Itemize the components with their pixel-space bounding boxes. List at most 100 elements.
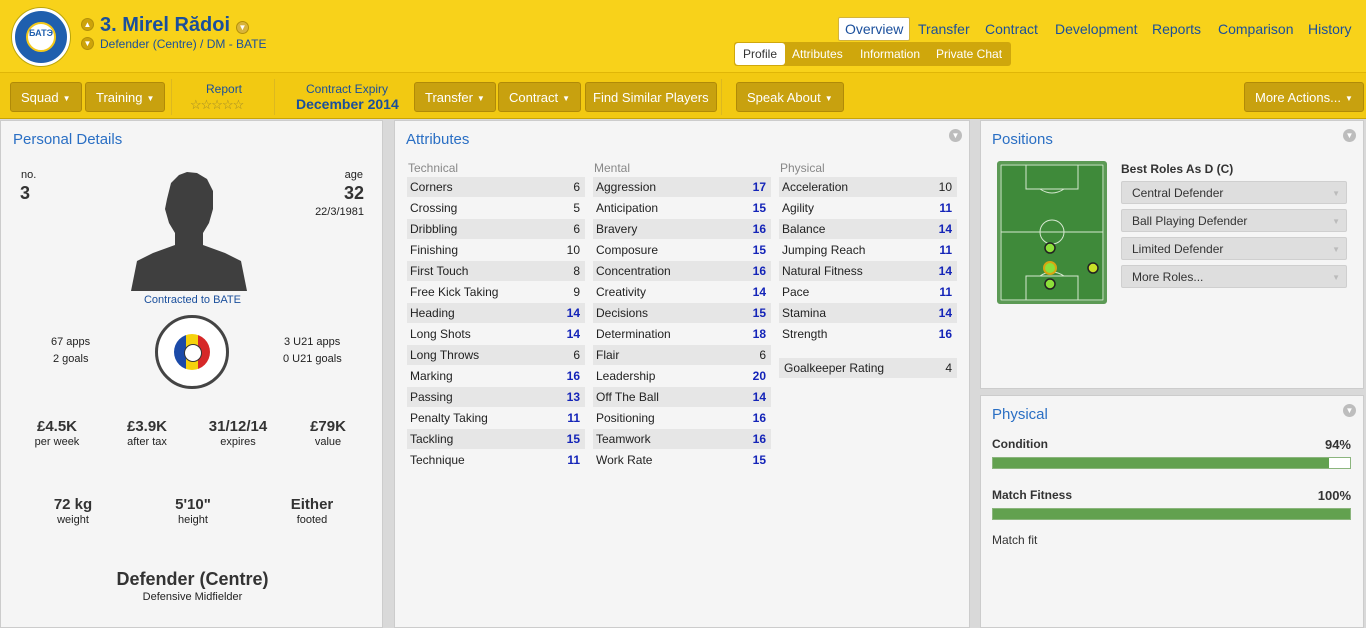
attribute-name: Concentration (596, 264, 671, 278)
subtab-attributes[interactable]: Attributes (792, 42, 843, 66)
attribute-row[interactable]: Finishing 10 (407, 240, 585, 260)
attribute-row[interactable]: Corners 6 (407, 177, 585, 197)
mental-header: Mental (594, 161, 631, 175)
collapse-icon[interactable]: ▼ (1343, 404, 1356, 417)
personal-details-panel: Personal Details no. 3 age 32 22/3/1981 … (0, 120, 383, 628)
attribute-value: 16 (938, 327, 952, 341)
attribute-name: Composure (596, 243, 659, 257)
attribute-row[interactable]: Positioning 16 (593, 408, 771, 428)
attribute-value: 6 (573, 180, 580, 194)
collapse-icon[interactable]: ▼ (1343, 129, 1356, 142)
role-limited-defender[interactable]: Limited Defender ▼ (1121, 237, 1347, 260)
match-fitness-bar-fill (993, 509, 1350, 519)
attribute-name: Stamina (782, 306, 827, 320)
attribute-row[interactable]: Jumping Reach 11 (779, 240, 957, 260)
attribute-row[interactable]: Flair 6 (593, 345, 771, 365)
contract-button[interactable]: Contract ▼ (498, 82, 582, 112)
attribute-name: Passing (410, 390, 453, 404)
attribute-value: 16 (752, 411, 766, 425)
attribute-value: 15 (752, 306, 766, 320)
attribute-row[interactable]: Passing 13 (407, 387, 585, 407)
attribute-row[interactable]: Penalty Taking 11 (407, 408, 585, 428)
tab-development[interactable]: Development (1055, 17, 1138, 41)
match-fitness-value: 100% (1317, 488, 1351, 503)
attribute-row[interactable]: Crossing 5 (407, 198, 585, 218)
attribute-row[interactable]: First Touch 8 (407, 261, 585, 281)
attribute-name: Finishing (410, 243, 459, 257)
tab-comparison[interactable]: Comparison (1218, 17, 1293, 41)
attribute-row[interactable]: Long Throws 6 (407, 345, 585, 365)
tab-history[interactable]: History (1308, 17, 1352, 41)
subtab-profile[interactable]: Profile (735, 43, 786, 65)
secondary-position: Defensive Midfielder (142, 591, 243, 603)
subtab-information[interactable]: Information (860, 42, 920, 66)
attribute-row[interactable]: Dribbling 6 (407, 219, 585, 239)
attribute-value: 15 (566, 432, 580, 446)
attribute-row[interactable]: Decisions 15 (593, 303, 771, 323)
attribute-row[interactable]: Work Rate 15 (593, 450, 771, 470)
attribute-row[interactable]: Teamwork 16 (593, 429, 771, 449)
attribute-row[interactable]: Off The Ball 14 (593, 387, 771, 407)
tab-contract[interactable]: Contract (985, 17, 1038, 41)
tab-reports[interactable]: Reports (1152, 17, 1201, 41)
club-logo[interactable]: БАТЭ (12, 8, 70, 66)
toolbar-divider (274, 79, 275, 115)
attribute-name: Penalty Taking (410, 411, 488, 425)
position-pitch-map[interactable] (997, 161, 1107, 304)
next-player-icon[interactable]: ▼ (81, 37, 94, 50)
attribute-name: Leadership (596, 369, 656, 383)
subtab-private-chat[interactable]: Private Chat (936, 42, 1002, 66)
player-position-club: Defender (Centre) / DM - BATE (100, 37, 267, 51)
contracted-to[interactable]: Contracted to BATE (1, 294, 384, 306)
attribute-row[interactable]: Bravery 16 (593, 219, 771, 239)
attribute-row[interactable]: Acceleration 10 (779, 177, 957, 197)
report-stars[interactable]: ☆☆☆☆☆ (190, 97, 244, 113)
collapse-icon[interactable]: ▼ (949, 129, 962, 142)
attribute-name: Corners (410, 180, 453, 194)
contract-expires-value: 31/12/14 (208, 418, 268, 435)
more-roles-dropdown[interactable]: More Roles... ▼ (1121, 265, 1347, 288)
attribute-value: 16 (566, 369, 580, 383)
attribute-row[interactable]: Determination 18 (593, 324, 771, 344)
squad-button[interactable]: Squad ▼ (10, 82, 82, 112)
attribute-row[interactable]: Pace 11 (779, 282, 957, 302)
attribute-row[interactable]: Anticipation 15 (593, 198, 771, 218)
attribute-value: 14 (566, 327, 580, 341)
attribute-row[interactable]: Stamina 14 (779, 303, 957, 323)
previous-player-icon[interactable]: ▲ (81, 18, 94, 31)
attribute-row[interactable]: Concentration 16 (593, 261, 771, 281)
national-federation-crest-icon[interactable] (155, 315, 229, 389)
training-button[interactable]: Training ▼ (85, 82, 166, 112)
attribute-row[interactable]: Creativity 14 (593, 282, 771, 302)
attribute-row[interactable]: Technique 11 (407, 450, 585, 470)
tab-overview[interactable]: Overview (838, 17, 911, 41)
attribute-row[interactable]: Agility 11 (779, 198, 957, 218)
attribute-row[interactable]: Natural Fitness 14 (779, 261, 957, 281)
transfer-button[interactable]: Transfer ▼ (414, 82, 496, 112)
attribute-row[interactable]: Aggression 17 (593, 177, 771, 197)
attribute-row[interactable]: Composure 15 (593, 240, 771, 260)
attribute-row[interactable]: Free Kick Taking 9 (407, 282, 585, 302)
tab-transfer[interactable]: Transfer (918, 17, 970, 41)
attribute-row[interactable]: Leadership 20 (593, 366, 771, 386)
attribute-row[interactable]: Tackling 15 (407, 429, 585, 449)
attribute-name: Tackling (410, 432, 454, 446)
role-ball-playing-defender[interactable]: Ball Playing Defender ▼ (1121, 209, 1347, 232)
chevron-down-icon: ▼ (824, 94, 833, 103)
after-tax-value: £3.9K (126, 418, 168, 435)
attribute-row[interactable]: Balance 14 (779, 219, 957, 239)
physical-header: Physical (780, 161, 825, 175)
find-similar-players-button[interactable]: Find Similar Players (585, 82, 717, 112)
attribute-name: Goalkeeper Rating (784, 361, 885, 375)
attribute-value: 11 (567, 411, 580, 425)
speak-about-button[interactable]: Speak About ▼ (736, 82, 844, 112)
attribute-row[interactable]: Long Shots 14 (407, 324, 585, 344)
player-menu-chevron-icon[interactable]: ▼ (236, 21, 249, 34)
contract-expiry-value: December 2014 (296, 96, 399, 112)
more-actions-button[interactable]: More Actions... ▼ (1244, 82, 1364, 112)
attribute-row[interactable]: Strength 16 (779, 324, 957, 344)
attribute-row[interactable]: Marking 16 (407, 366, 585, 386)
attribute-row[interactable]: Heading 14 (407, 303, 585, 323)
attribute-name: Creativity (596, 285, 647, 299)
role-central-defender[interactable]: Central Defender ▼ (1121, 181, 1347, 204)
